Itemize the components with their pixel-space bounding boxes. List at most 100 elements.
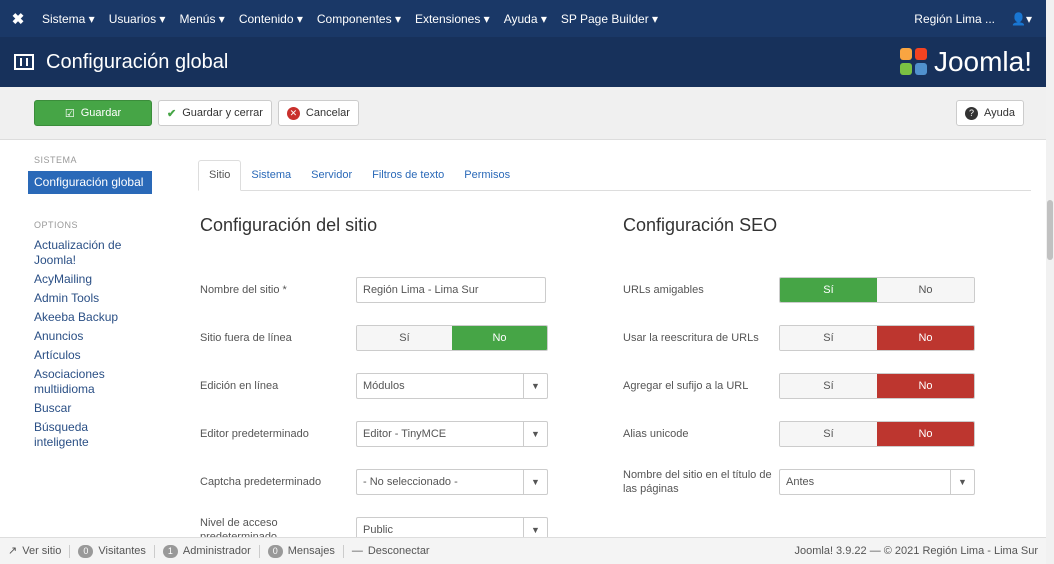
default-editor-label: Editor predeterminado bbox=[200, 428, 309, 440]
tab-sistema[interactable]: Sistema bbox=[241, 169, 301, 190]
site-name-title-label: Nombre del sitio en el título de las pág… bbox=[623, 469, 772, 495]
toolbar: ☑ Guardar ✔ Guardar y cerrar ✕ Cancelar ? Ay… bbox=[0, 87, 1046, 140]
joomla-logo: Joomla! bbox=[899, 46, 1032, 78]
menu-usuarios[interactable]: Usuarios ▾ bbox=[109, 12, 166, 26]
sidebar-item-buscar[interactable]: Buscar bbox=[28, 399, 152, 418]
offline-toggle[interactable]: Sí No bbox=[356, 325, 548, 351]
url-rewrite-yes[interactable]: Sí bbox=[780, 326, 877, 350]
chevron-down-icon: ▼ bbox=[523, 470, 547, 494]
offline-label: Sitio fuera de línea bbox=[200, 332, 292, 344]
default-captcha-value: - No seleccionado - bbox=[363, 476, 458, 488]
tab-sitio[interactable]: Sitio bbox=[198, 160, 242, 191]
url-suffix-row: Agregar el sufijo a la URL Sí No bbox=[623, 362, 1023, 410]
unicode-alias-yes[interactable]: Sí bbox=[780, 422, 877, 446]
inline-edit-row: Edición en línea Módulos ▼ bbox=[200, 362, 560, 410]
help-button[interactable]: ? Ayuda bbox=[956, 100, 1024, 126]
sidebar-item-admin-tools[interactable]: Admin Tools bbox=[28, 289, 152, 308]
sidebar: SISTEMA Configuración global OPTIONS Act… bbox=[28, 155, 152, 452]
url-rewrite-row: Usar la reescritura de URLs Sí No bbox=[623, 314, 1023, 362]
menu-ayuda[interactable]: Ayuda ▾ bbox=[504, 12, 547, 26]
messages-count: 0 bbox=[267, 544, 283, 558]
joomla-menu-icon[interactable]: ✖ bbox=[0, 10, 36, 28]
default-captcha-select[interactable]: - No seleccionado - ▼ bbox=[356, 469, 548, 495]
inline-edit-select[interactable]: Módulos ▼ bbox=[356, 373, 548, 399]
menu-contenido[interactable]: Contenido ▾ bbox=[239, 12, 303, 26]
save-icon: ☑ bbox=[64, 107, 75, 120]
menu-menus[interactable]: Menús ▾ bbox=[179, 12, 224, 26]
visitors-count: 0 bbox=[78, 544, 94, 558]
sidebar-item-busqueda-inteligente[interactable]: Búsqueda inteligente bbox=[28, 418, 152, 452]
default-editor-row: Editor predeterminado Editor - TinyMCE ▼ bbox=[200, 410, 560, 458]
chevron-down-icon: ▼ bbox=[523, 374, 547, 398]
menu-sp-page-builder[interactable]: SP Page Builder ▾ bbox=[561, 12, 658, 26]
joomla-logo-text: Joomla! bbox=[933, 46, 1032, 77]
logout-link[interactable]: — Desconectar bbox=[344, 545, 438, 558]
view-site-label: Ver sitio bbox=[22, 544, 62, 557]
site-config-heading: Configuración del sitio bbox=[200, 215, 378, 235]
visitors-item: 0 Visitantes bbox=[70, 544, 155, 558]
scrollbar-thumb[interactable] bbox=[1047, 200, 1053, 260]
menu-extensiones[interactable]: Extensiones ▾ bbox=[415, 12, 490, 26]
sidebar-item-asociaciones[interactable]: Asociaciones multiidioma bbox=[28, 365, 152, 399]
seo-config-section: Configuración SEO URLs amigables Sí No U… bbox=[623, 215, 1023, 506]
check-icon: ✔ bbox=[167, 107, 177, 120]
access-level-value: Public bbox=[363, 524, 393, 536]
help-label: Ayuda bbox=[984, 107, 1015, 119]
sidebar-item-joomla-update[interactable]: Actualización de Joomla! bbox=[28, 236, 152, 270]
tab-filtros[interactable]: Filtros de texto bbox=[362, 169, 454, 190]
site-name-title-value: Antes bbox=[786, 476, 815, 488]
visitors-label: Visitantes bbox=[98, 544, 146, 557]
url-rewrite-no[interactable]: No bbox=[877, 326, 974, 350]
url-suffix-no[interactable]: No bbox=[877, 374, 974, 398]
unicode-alias-row: Alias unicode Sí No bbox=[623, 410, 1023, 458]
view-site-link[interactable]: ↗ Ver sitio bbox=[0, 544, 71, 558]
admins-label: Administrador bbox=[182, 544, 251, 557]
tab-servidor[interactable]: Servidor bbox=[301, 169, 362, 190]
friendly-urls-label: URLs amigables bbox=[623, 284, 704, 296]
site-config-section: Configuración del sitio Nombre del sitio… bbox=[200, 215, 560, 537]
sidebar-heading-options: OPTIONS bbox=[34, 220, 79, 230]
site-link[interactable]: Región Lima ... bbox=[914, 12, 995, 26]
messages-item[interactable]: 0 Mensajes bbox=[260, 544, 344, 558]
tab-permisos[interactable]: Permisos bbox=[454, 169, 520, 190]
access-level-select[interactable]: Public ▼ bbox=[356, 517, 548, 537]
site-name-title-row: Nombre del sitio en el título de las pág… bbox=[623, 458, 1023, 506]
sidebar-item-akeeba-backup[interactable]: Akeeba Backup bbox=[28, 308, 152, 327]
external-link-icon: ↗ bbox=[8, 544, 18, 557]
sidebar-item-acymailing[interactable]: AcyMailing bbox=[28, 270, 152, 289]
friendly-urls-toggle[interactable]: Sí No bbox=[779, 277, 975, 303]
save-close-label: Guardar y cerrar bbox=[182, 107, 263, 119]
save-button[interactable]: ☑ Guardar bbox=[34, 100, 152, 126]
url-rewrite-toggle[interactable]: Sí No bbox=[779, 325, 975, 351]
settings-icon bbox=[14, 54, 34, 70]
offline-no[interactable]: No bbox=[452, 326, 547, 350]
save-close-button[interactable]: ✔ Guardar y cerrar bbox=[158, 100, 272, 126]
unicode-alias-toggle[interactable]: Sí No bbox=[779, 421, 975, 447]
sidebar-item-anuncios[interactable]: Anuncios bbox=[28, 327, 152, 346]
admins-item: 1 Administrador bbox=[155, 544, 260, 558]
joomla-logo-icon bbox=[899, 48, 928, 76]
sidebar-item-articulos[interactable]: Artículos bbox=[28, 346, 152, 365]
sidebar-item-global-config[interactable]: Configuración global bbox=[28, 171, 152, 194]
page-scrollbar[interactable] bbox=[1046, 0, 1054, 564]
default-editor-select[interactable]: Editor - TinyMCE ▼ bbox=[356, 421, 548, 447]
friendly-urls-no[interactable]: No bbox=[877, 278, 974, 302]
user-menu-icon[interactable]: 👤▾ bbox=[1011, 12, 1032, 26]
site-name-input[interactable]: Región Lima - Lima Sur bbox=[356, 277, 546, 303]
url-suffix-yes[interactable]: Sí bbox=[780, 374, 877, 398]
site-name-title-select[interactable]: Antes ▼ bbox=[779, 469, 975, 495]
menu-sistema[interactable]: Sistema ▾ bbox=[42, 12, 95, 26]
url-suffix-toggle[interactable]: Sí No bbox=[779, 373, 975, 399]
top-right-menu: Región Lima ... 👤▾ bbox=[914, 12, 1046, 26]
unicode-alias-no[interactable]: No bbox=[877, 422, 974, 446]
main-content: Sitio Sistema Servidor Filtros de texto … bbox=[198, 157, 1031, 537]
menu-componentes[interactable]: Componentes ▾ bbox=[317, 12, 401, 26]
sidebar-heading-system: SISTEMA bbox=[34, 155, 78, 165]
url-suffix-label: Agregar el sufijo a la URL bbox=[623, 380, 749, 392]
admins-count: 1 bbox=[162, 544, 178, 558]
friendly-urls-row: URLs amigables Sí No bbox=[623, 266, 1023, 314]
site-name-row: Nombre del sitio * Región Lima - Lima Su… bbox=[200, 266, 560, 314]
friendly-urls-yes[interactable]: Sí bbox=[780, 278, 877, 302]
cancel-button[interactable]: ✕ Cancelar bbox=[277, 100, 359, 126]
offline-yes[interactable]: Sí bbox=[357, 326, 452, 350]
